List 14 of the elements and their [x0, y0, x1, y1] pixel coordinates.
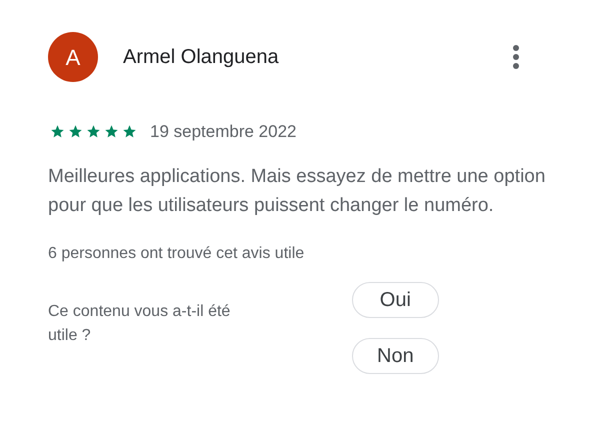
star-icon: [104, 124, 119, 140]
star-icon: [50, 124, 65, 140]
helpful-count: 6 personnes ont trouvé cet avis utile: [47, 244, 306, 264]
author-name: Armel Olanguena: [123, 45, 279, 70]
feedback-button[interactable]: Oui: [352, 282, 439, 318]
more-options-icon[interactable]: [512, 43, 520, 71]
review-date: 19 septembre 2022: [150, 121, 296, 143]
star-icon: [68, 124, 83, 140]
star-icon: [86, 124, 101, 140]
star-icon: [122, 124, 137, 140]
feedback-button[interactable]: Non: [352, 338, 439, 374]
feedback-question: Ce contenu vous a-t-il été utile ?: [48, 302, 232, 346]
avatar: A: [48, 32, 98, 82]
review-text: Meilleures applications. Mais essayez de mettre une option pour que les utilisateurs puissent changer le numéro.: [47, 164, 546, 218]
